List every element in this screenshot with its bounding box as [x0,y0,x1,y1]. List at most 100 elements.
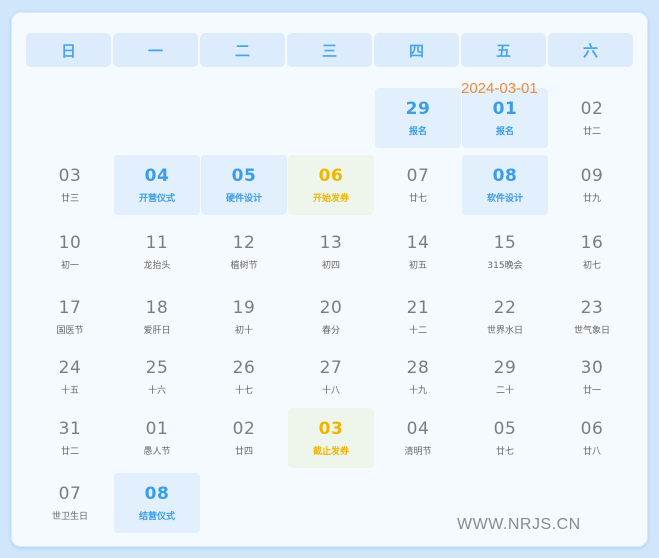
day-cell[interactable]: 05 廿七 [462,408,548,468]
day-number: 04 [406,419,430,439]
day-cell[interactable]: 12 植树节 [201,222,287,282]
day-number: 22 [493,298,517,318]
weekday-header: 四 [374,33,459,67]
day-cell[interactable]: 03 廿三 [27,155,113,215]
day-cell[interactable]: 02 廿二 [549,88,635,148]
day-number: 08 [492,166,518,186]
day-label: 廿四 [234,447,253,457]
day-cell[interactable]: 06 开始发券 [288,155,374,215]
day-label: 初十 [234,326,253,336]
day-number: 03 [58,166,82,186]
day-cell[interactable]: 11 龙抬头 [114,222,200,282]
day-cell[interactable]: 30 廿一 [549,347,635,407]
day-label: 开始发券 [312,194,349,204]
day-cell[interactable]: 24 十五 [27,347,113,407]
day-number: 30 [580,358,604,378]
weekday-header: 一 [113,33,198,67]
weekday-header: 三 [287,33,372,67]
day-number: 09 [580,166,604,186]
day-cell[interactable]: 25 十六 [114,347,200,407]
day-label: 廿一 [582,386,601,396]
day-label: 结营仪式 [138,512,175,522]
day-cell[interactable]: 08 结营仪式 [114,473,200,533]
day-cell[interactable]: 04 开营仪式 [114,155,200,215]
day-number: 06 [318,166,344,186]
day-number: 18 [145,298,169,318]
day-label: 廿三 [60,194,79,204]
day-label: 十八 [321,386,340,396]
date-stamp: 2024-03-01 [461,80,538,97]
day-cell[interactable]: 08 软件设计 [462,155,548,215]
day-label: 十五 [60,386,79,396]
day-number: 21 [406,298,430,318]
day-cell[interactable]: 05 硬件设计 [201,155,287,215]
day-cell[interactable]: 26 十七 [201,347,287,407]
weekday-header: 五 [461,33,546,67]
day-cell[interactable]: 21 十二 [375,287,461,347]
day-cell[interactable]: 15 315晚会 [462,222,548,282]
day-cell[interactable]: 13 初四 [288,222,374,282]
day-cell[interactable]: 16 初七 [549,222,635,282]
day-cell[interactable]: 20 春分 [288,287,374,347]
day-cell[interactable]: 06 廿八 [549,408,635,468]
day-number: 15 [493,233,517,253]
day-cell[interactable]: 29 报名 [375,88,461,148]
day-label: 初七 [582,261,601,271]
day-label: 廿八 [582,447,601,457]
day-cell[interactable]: 01 愚人节 [114,408,200,468]
day-number: 16 [580,233,604,253]
day-number: 26 [232,358,256,378]
day-number: 01 [492,99,518,119]
day-label: 世卫生日 [51,512,88,522]
day-number: 02 [232,419,256,439]
day-label: 爱肝日 [143,326,171,336]
day-label: 硬件设计 [225,194,262,204]
day-number: 28 [406,358,430,378]
day-label: 开营仪式 [138,194,175,204]
day-cell[interactable]: 22 世界水日 [462,287,548,347]
weekday-header: 六 [548,33,633,67]
day-number: 02 [580,99,604,119]
day-label: 廿二 [60,447,79,457]
day-label: 植树节 [230,261,258,271]
day-number: 27 [319,358,343,378]
day-cell[interactable]: 14 初五 [375,222,461,282]
day-cell[interactable]: 31 廿二 [27,408,113,468]
day-number: 13 [319,233,343,253]
day-number: 07 [58,484,82,504]
day-cell[interactable]: 18 爱肝日 [114,287,200,347]
day-cell[interactable]: 29 二十 [462,347,548,407]
weekday-header: 二 [200,33,285,67]
day-cell[interactable]: 07 廿七 [375,155,461,215]
day-label: 十二 [408,326,427,336]
day-number: 11 [145,233,169,253]
day-cell[interactable]: 17 国医节 [27,287,113,347]
day-label: 廿七 [495,447,514,457]
day-cell[interactable]: 27 十八 [288,347,374,407]
day-cell[interactable]: 28 十九 [375,347,461,407]
day-cell[interactable]: 02 廿四 [201,408,287,468]
day-label: 初四 [321,261,340,271]
day-label: 十九 [408,386,427,396]
day-number: 31 [58,419,82,439]
day-cell[interactable]: 01 报名 [462,88,548,148]
day-cell[interactable]: 09 廿九 [549,155,635,215]
day-number: 23 [580,298,604,318]
day-cell[interactable]: 19 初十 [201,287,287,347]
day-label: 世界水日 [486,326,523,336]
day-number: 04 [144,166,170,186]
day-label: 国医节 [56,326,84,336]
day-number: 29 [405,99,431,119]
day-label: 廿二 [582,127,601,137]
day-label: 报名 [408,127,427,137]
day-number: 24 [58,358,82,378]
day-cell[interactable]: 07 世卫生日 [27,473,113,533]
day-cell[interactable]: 23 世气象日 [549,287,635,347]
day-cell[interactable]: 10 初一 [27,222,113,282]
day-cell[interactable]: 04 清明节 [375,408,461,468]
weekday-header: 日 [26,33,111,67]
day-label: 初五 [408,261,427,271]
day-label: 清明节 [404,447,432,457]
day-cell[interactable]: 03 截止发券 [288,408,374,468]
day-number: 19 [232,298,256,318]
